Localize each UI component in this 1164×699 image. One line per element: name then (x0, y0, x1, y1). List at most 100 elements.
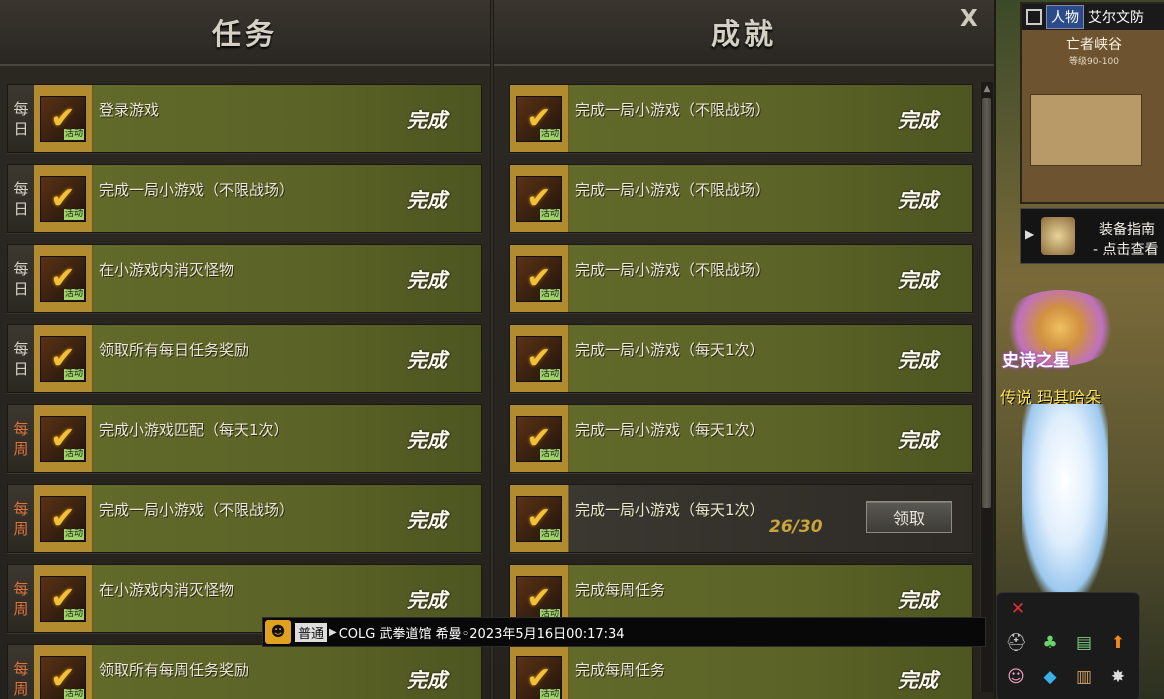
row-body: 完成一局小游戏（每天1次） 完成 (569, 405, 972, 472)
achievement-row[interactable]: ✔ 活动 完成一局小游戏（不限战场） 完成 (509, 84, 973, 153)
event-tag: 活动 (539, 368, 560, 380)
row-description: 完成每周任务 (575, 581, 666, 599)
checkmark-icon: ✔ 活动 (516, 95, 562, 142)
row-description: 在小游戏内消灭怪物 (99, 581, 235, 599)
scroll-up-arrow-icon[interactable]: ▲ (981, 82, 993, 96)
event-tag: 活动 (63, 448, 84, 460)
achievement-row[interactable]: ✔ 活动 完成每周任务 完成 (509, 644, 973, 699)
weekly-tag: 每周 (8, 405, 34, 472)
checkmark-icon: ✔ 活动 (40, 655, 86, 699)
achievement-row[interactable]: ✔ 活动 完成一局小游戏（每天1次） 完成 (509, 324, 973, 393)
row-icon-frame: ✔ 活动 (510, 485, 569, 552)
quest-row[interactable]: 每日 ✔ 活动 完成一局小游戏（不限战场） 完成 (7, 164, 482, 233)
dragon-icon[interactable]: ✸ (1105, 665, 1131, 689)
row-status-complete: 完成 (407, 588, 447, 612)
chat-bar[interactable]: ☻ 普通 ▶ COLG 武拳道馆 希曼◦2023年5月16日00:17:34 (262, 617, 986, 647)
row-progress: 26/30 (769, 517, 823, 537)
minimap-toggle-icon[interactable] (1026, 9, 1042, 25)
event-tag: 活动 (63, 208, 84, 220)
equipment-guide-banner[interactable]: ▶ 装备指南 - 点击查看 (1020, 208, 1164, 264)
row-tag-char: 每 (13, 179, 29, 198)
row-status-complete: 完成 (407, 268, 447, 292)
guide-book-icon (1041, 217, 1075, 255)
row-body: 领取所有每日任务奖励 完成 (93, 325, 481, 392)
checkmark-icon: ✔ 活动 (40, 95, 86, 142)
row-icon-frame: ✔ 活动 (34, 245, 93, 312)
row-tag-char: 每 (13, 579, 29, 598)
minimap-zone-level: 等级90-100 (1069, 57, 1119, 67)
row-description: 完成一局小游戏（不限战场） (99, 181, 295, 199)
row-body: 完成一局小游戏（不限战场） 完成 (93, 165, 481, 232)
row-body: 登录游戏 完成 (93, 85, 481, 152)
row-status-complete: 完成 (898, 268, 938, 292)
row-description: 领取所有每日任务奖励 (99, 341, 250, 359)
helmet-icon[interactable]: ⛑ (1003, 631, 1029, 655)
achievement-row[interactable]: ✔ 活动 完成一局小游戏（每天1次） 完成 (509, 404, 973, 473)
up-arrow-icon[interactable]: ⬆ (1105, 631, 1131, 655)
chat-emote-icon[interactable]: ☻ (265, 620, 291, 644)
achievement-panel-header: 成就 (494, 0, 994, 66)
row-icon-frame: ✔ 活动 (510, 245, 569, 312)
achievement-panel: 成就 ✔ 活动 完成一局小游戏（不限战场） 完成 ✔ 活动 完成一局小游戏（不限战场） 完成 ✔… (494, 0, 994, 699)
quest-row[interactable]: 每周 ✔ 活动 完成小游戏匹配（每天1次） 完成 (7, 404, 482, 473)
checkmark-icon: ✔ 活动 (40, 255, 86, 302)
row-tag-char: 每 (13, 499, 29, 518)
checkmark-icon: ✔ 活动 (516, 415, 562, 462)
tp-icon[interactable]: ◆ (1037, 665, 1063, 689)
daily-tag: 每日 (8, 325, 34, 392)
row-status-complete: 完成 (407, 668, 447, 692)
quest-row[interactable]: 每日 ✔ 活动 领取所有每日任务奖励 完成 (7, 324, 482, 393)
claim-button[interactable]: 领取 (866, 501, 952, 533)
crossed-swords-icon[interactable]: ✕ (1005, 597, 1031, 621)
row-description: 完成每周任务 (575, 661, 666, 679)
row-tag-char: 周 (13, 679, 29, 698)
daily-tag: 每日 (8, 245, 34, 312)
ledger-icon[interactable]: ▤ (1071, 631, 1097, 655)
sprout-icon[interactable]: ♣ (1037, 631, 1063, 655)
achievement-row[interactable]: ✔ 活动 完成一局小游戏（不限战场） 完成 (509, 244, 973, 313)
quest-row[interactable]: 每日 ✔ 活动 在小游戏内消灭怪物 完成 (7, 244, 482, 313)
row-tag-char: 日 (13, 119, 29, 138)
minimap-tabs: 人物 艾尔文防 (1022, 4, 1164, 30)
guide-arrow-icon[interactable]: ▶ (1025, 227, 1034, 241)
row-description: 完成一局小游戏（不限战场） (575, 181, 771, 199)
checkmark-icon: ✔ 活动 (40, 415, 86, 462)
row-tag-char: 日 (13, 199, 29, 218)
row-icon-frame: ✔ 活动 (510, 405, 569, 472)
event-tag: 活动 (63, 288, 84, 300)
row-body: 领取所有每周任务奖励 完成 (93, 645, 481, 699)
checkmark-icon: ✔ 活动 (40, 495, 86, 542)
row-icon-frame: ✔ 活动 (34, 85, 93, 152)
checkmark-icon: ✔ 活动 (516, 495, 562, 542)
row-tag-char: 日 (13, 359, 29, 378)
minimap[interactable]: 人物 艾尔文防 亡者峡谷 等级90-100 (1020, 2, 1164, 204)
achievement-scrollbar[interactable]: ▲ (980, 82, 993, 692)
row-icon-frame: ✔ 活动 (34, 165, 93, 232)
row-body: 完成小游戏匹配（每天1次） 完成 (93, 405, 481, 472)
book-icon[interactable]: ▥ (1071, 665, 1097, 689)
quick-action-panel: ✕ ⛑ ♣ ▤ ⬆ ☺ ◆ ▥ ✸ (996, 592, 1140, 699)
achievement-row[interactable]: ✔ 活动 完成一局小游戏（不限战场） 完成 (509, 164, 973, 233)
minimap-tab-town[interactable]: 艾尔文防 (1084, 6, 1148, 28)
event-tag: 活动 (539, 688, 560, 699)
row-icon-frame: ✔ 活动 (510, 645, 569, 699)
quest-row[interactable]: 每日 ✔ 活动 登录游戏 完成 (7, 84, 482, 153)
chat-channel-label[interactable]: 普通 (295, 622, 328, 642)
quest-row[interactable]: 每周 ✔ 活动 领取所有每周任务奖励 完成 (7, 644, 482, 699)
checkmark-icon: ✔ 活动 (516, 335, 562, 382)
minimap-map-area[interactable] (1030, 94, 1142, 166)
event-tag: 活动 (539, 448, 560, 460)
scroll-thumb[interactable] (982, 98, 991, 508)
close-button[interactable]: X (960, 6, 978, 32)
checkmark-icon: ✔ 活动 (40, 335, 86, 382)
character-sprite[interactable] (1022, 404, 1108, 594)
quest-row[interactable]: 每周 ✔ 活动 完成一局小游戏（不限战场） 完成 (7, 484, 482, 553)
achievement-row[interactable]: ✔ 活动 完成一局小游戏（每天1次） 26/30 领取 (509, 484, 973, 553)
row-icon-frame: ✔ 活动 (34, 565, 93, 632)
row-description: 完成一局小游戏（每天1次） (575, 341, 765, 359)
row-status-complete: 完成 (898, 108, 938, 132)
portrait-icon[interactable]: ☺ (1003, 665, 1029, 689)
event-tag: 活动 (539, 128, 560, 140)
row-tag-char: 每 (13, 259, 29, 278)
minimap-tab-character[interactable]: 人物 (1046, 5, 1084, 29)
